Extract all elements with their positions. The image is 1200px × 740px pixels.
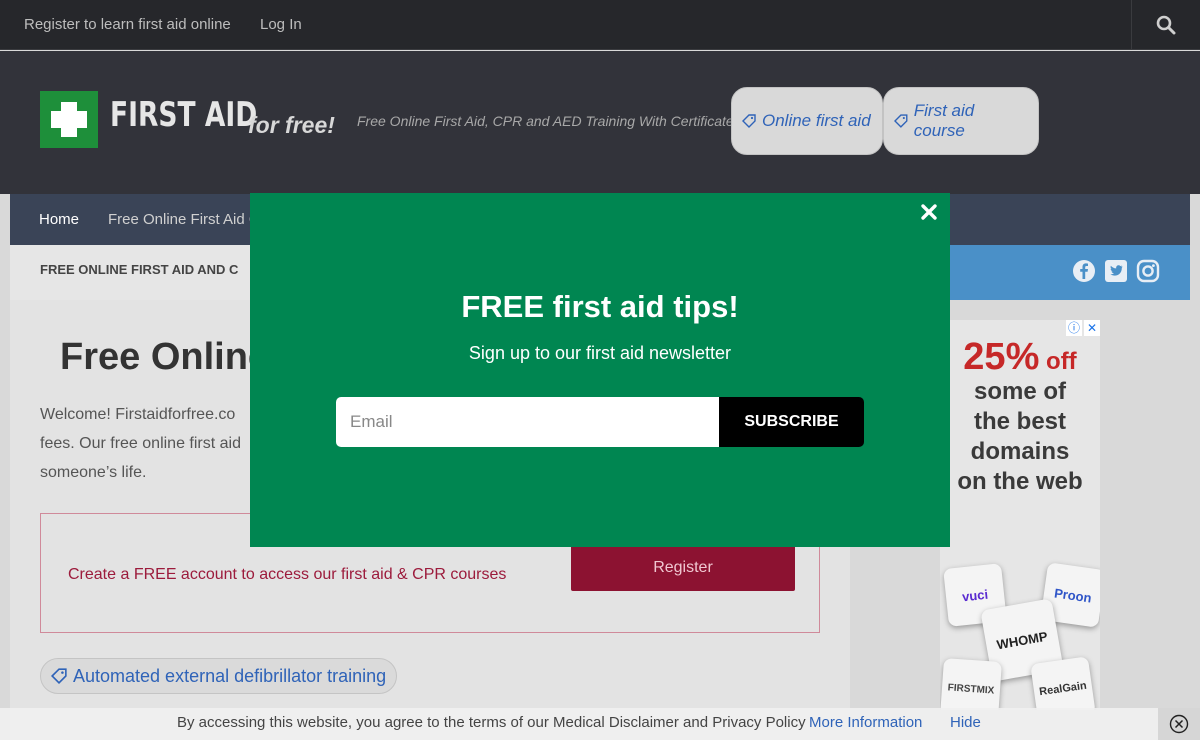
newsletter-popup: FREE first aid tips! Sign up to our firs… (250, 193, 950, 547)
cookie-close-button[interactable] (1158, 708, 1200, 740)
tag-icon (742, 114, 756, 128)
search-button[interactable] (1131, 0, 1200, 50)
welcome-text: Welcome! Firstaidforfree.co fees. Our fr… (40, 406, 241, 481)
site-tagline: Free Online First Aid, CPR and AED Train… (357, 113, 741, 129)
breadcrumb-text: FREE ONLINE FIRST AID AND C (40, 262, 239, 277)
ad-off: off (1046, 348, 1077, 375)
register-link[interactable]: Register to learn first aid online (24, 0, 231, 50)
register-button[interactable]: Register (571, 545, 795, 591)
tag-label: First aid course (913, 101, 975, 140)
ad-line: on the web (957, 468, 1083, 495)
subscribe-button[interactable]: SUBSCRIBE (719, 397, 864, 447)
close-icon[interactable] (920, 203, 938, 221)
ad-card-label: RealGain (1038, 679, 1088, 699)
site-header: FIRST AID for free! Free Online First Ai… (0, 51, 1200, 194)
email-input[interactable] (336, 397, 720, 447)
logo-text[interactable]: FIRST AID (110, 95, 257, 135)
ad-headline: 25% off some of the best domains on the … (940, 338, 1100, 497)
instagram-icon[interactable] (1136, 259, 1160, 283)
advertisement[interactable]: ⓘ ✕ 25% off some of the best domains on … (940, 320, 1100, 710)
ad-line: domains (970, 438, 1070, 465)
ad-line: some of (973, 378, 1066, 405)
cross-icon (51, 102, 87, 137)
page-title: Free Online (60, 336, 270, 378)
search-icon (1156, 15, 1176, 35)
ad-card-realgain: RealGain (1030, 656, 1096, 710)
ad-card-label: WHOMP (995, 628, 1049, 652)
tag-first-aid-course[interactable]: First aid course (883, 87, 1039, 155)
tag-aed-training[interactable]: Automated external defibrillator trainin… (40, 658, 398, 694)
tag-icon (51, 668, 67, 684)
ad-card-firstmix: FIRSTMIX (940, 658, 1002, 710)
facebook-icon[interactable] (1072, 259, 1096, 283)
tag-icon (894, 114, 908, 128)
popup-subtitle: Sign up to our first aid newsletter (468, 343, 732, 363)
hide-link[interactable]: Hide (950, 708, 981, 738)
ad-card-label: Proon (1053, 584, 1093, 606)
cookie-bar: By accessing this website, you agree to … (0, 708, 1200, 740)
tag-label: Automated external defibrillator trainin… (73, 665, 387, 686)
logo-cross[interactable] (40, 91, 98, 148)
logo-subtitle: for free! (248, 112, 335, 138)
ad-close-icon[interactable]: ✕ (1084, 320, 1100, 336)
more-information-link[interactable]: More Information (809, 708, 922, 738)
login-link[interactable]: Log In (260, 0, 302, 50)
cookie-message: By accessing this website, you agree to … (177, 714, 806, 731)
nav-free-online-first-aid[interactable]: Free Online First Aid C (108, 194, 260, 245)
ad-controls: ⓘ ✕ (1064, 320, 1100, 336)
tag-online-first-aid[interactable]: Online first aid (731, 87, 883, 155)
popup-title: FREE first aid tips! (461, 289, 739, 324)
nav-home[interactable]: Home (39, 194, 79, 245)
close-circle-icon (1169, 714, 1189, 734)
register-prompt: Create a FREE account to access our firs… (68, 566, 507, 583)
twitter-icon[interactable] (1104, 259, 1128, 283)
ad-percent: 25% (963, 336, 1040, 378)
ad-info-icon[interactable]: ⓘ (1066, 320, 1082, 336)
ad-card-label: FIRSTMIX (947, 681, 995, 697)
tag-label: Online first aid (762, 111, 871, 130)
ad-card-label: vuci (961, 586, 989, 604)
top-bar: Register to learn first aid online Log I… (0, 0, 1200, 50)
ad-line: the best (973, 408, 1066, 435)
